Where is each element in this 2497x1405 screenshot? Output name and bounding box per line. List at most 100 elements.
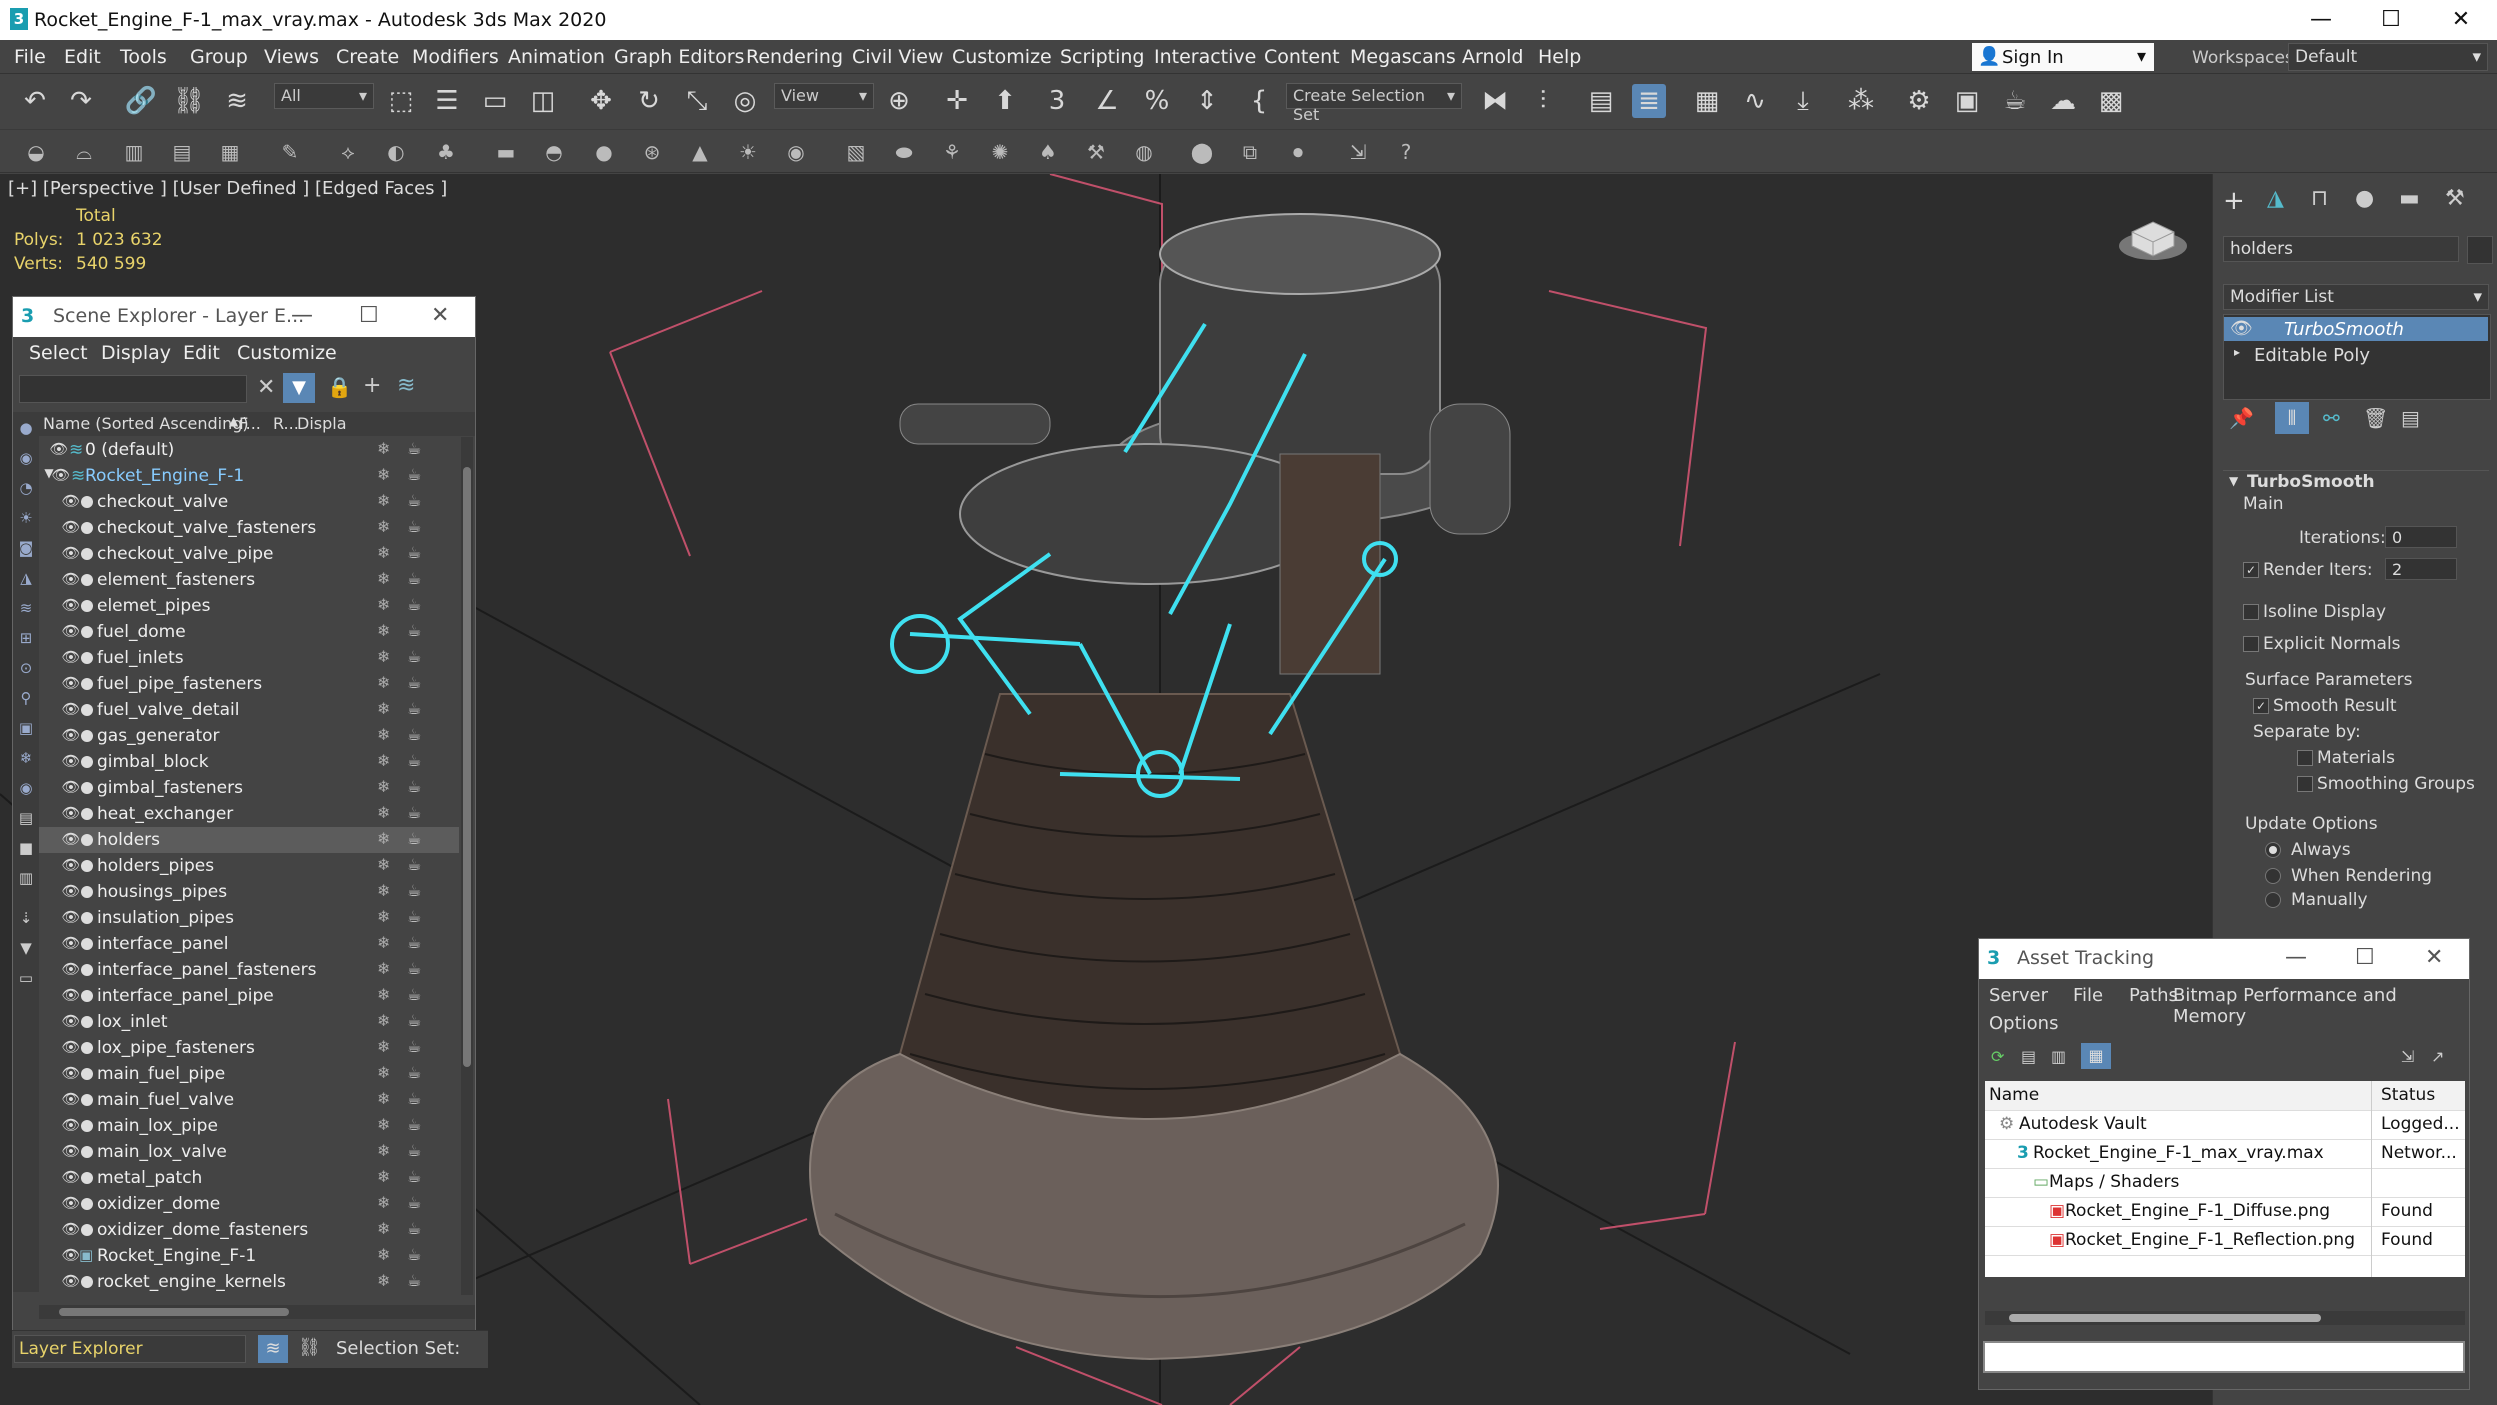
capsule-icon[interactable]: ⬬ — [890, 138, 918, 166]
visibility-icon[interactable]: 👁 — [61, 778, 81, 798]
at-menu-server[interactable]: Server — [1989, 985, 2048, 1006]
freeze-icon[interactable]: ❄ — [377, 1271, 390, 1290]
percent-snap-icon[interactable]: % — [1140, 84, 1174, 118]
help-icon[interactable]: ? — [1392, 138, 1420, 166]
smoothing-groups-checkbox[interactable] — [2297, 776, 2313, 792]
object-row[interactable]: 👁 checkout_valve ❄ ☕ — [39, 489, 459, 515]
layers-toggle-icon[interactable]: ≋ — [258, 1335, 288, 1363]
column-display[interactable]: Displa — [297, 414, 347, 433]
details-icon[interactable]: ▥ — [2051, 1047, 2066, 1066]
visibility-icon[interactable]: 👁 — [61, 1272, 81, 1292]
snaps-toggle-icon[interactable]: 3 — [1040, 84, 1074, 118]
display-lights-icon[interactable]: ☀ — [16, 508, 36, 528]
visibility-icon[interactable]: 👁 — [61, 1012, 81, 1032]
render-teapot-icon[interactable]: ☕ — [407, 751, 421, 770]
menu-arnold[interactable]: Arnold — [1462, 46, 1523, 68]
display-tab-icon[interactable]: ▬ — [2399, 186, 2420, 211]
visibility-icon[interactable]: 👁 — [51, 466, 71, 486]
asset-row[interactable]: ▣ Rocket_Engine_F-1_Reflection.png Found — [1985, 1226, 2465, 1256]
freeze-icon[interactable]: ❄ — [377, 569, 390, 588]
toggle-layer-explorer-icon[interactable]: ≣ — [1632, 84, 1666, 118]
configure-sets-icon[interactable]: ▤ — [2401, 406, 2420, 430]
visibility-icon[interactable]: 👁 — [61, 1142, 81, 1162]
schematic-view-icon[interactable]: ⤓ — [1786, 84, 1820, 118]
render-teapot-icon[interactable]: ☕ — [407, 959, 421, 978]
object-row[interactable]: 👁 heat_exchanger ❄ ☕ — [39, 801, 459, 827]
menu-interactive[interactable]: Interactive — [1154, 46, 1256, 68]
pin-stack-icon[interactable]: 📌 — [2229, 406, 2254, 430]
object-row[interactable]: 👁 gas_generator ❄ ☕ — [39, 723, 459, 749]
filter-toggle-icon[interactable]: ▼ — [16, 938, 36, 958]
column-render[interactable]: R... — [273, 414, 299, 433]
move-icon[interactable]: ✥ — [584, 84, 618, 118]
rotate-icon[interactable]: ↻ — [632, 84, 666, 118]
object-row[interactable]: 👁 fuel_inlets ❄ ☕ — [39, 645, 459, 671]
explorer-type-select[interactable]: Layer Explorer — [14, 1335, 246, 1363]
clear-icon[interactable]: ✕ — [257, 375, 275, 400]
object-row[interactable]: 👁 checkout_valve_fasteners ❄ ☕ — [39, 515, 459, 541]
close-button[interactable]: ✕ — [2426, 0, 2496, 40]
menu-scripting[interactable]: Scripting — [1060, 46, 1145, 68]
render-teapot-icon[interactable]: ☕ — [407, 1245, 421, 1264]
make-unique-icon[interactable]: ⚯ — [2323, 406, 2340, 430]
render-teapot-icon[interactable]: ☕ — [407, 673, 421, 692]
freeze-icon[interactable]: ❄ — [377, 1219, 390, 1238]
visibility-icon[interactable]: 👁 — [61, 752, 81, 772]
cloth-icon[interactable]: ⌓ — [70, 138, 98, 166]
materials-checkbox[interactable] — [2297, 750, 2313, 766]
select-object-icon[interactable]: ⬚ — [384, 84, 418, 118]
pivot-center-icon[interactable]: ⊕ — [882, 84, 916, 118]
freeze-icon[interactable]: ❄ — [377, 959, 390, 978]
render-teapot-icon[interactable]: ☕ — [407, 543, 421, 562]
render-teapot-icon[interactable]: ☕ — [407, 1037, 421, 1056]
column-divider[interactable] — [2371, 1081, 2372, 1277]
at-menu-paths[interactable]: Paths — [2129, 985, 2178, 1006]
visibility-icon[interactable]: 👁 — [61, 1246, 81, 1266]
render-teapot-icon[interactable]: ☕ — [407, 1089, 421, 1108]
table-view-icon[interactable]: ▦ — [2081, 1043, 2111, 1069]
vray-light-icon[interactable]: ⏺ — [1284, 138, 1312, 166]
display-influences-icon[interactable]: ■ — [16, 838, 36, 858]
se-hscroll-thumb[interactable] — [59, 1308, 289, 1316]
close-icon[interactable]: ✕ — [2425, 945, 2443, 970]
object-color-swatch[interactable] — [2467, 236, 2493, 264]
teapot-icon[interactable]: ⊛ — [638, 138, 666, 166]
menu-create[interactable]: Create — [336, 46, 399, 68]
freeze-icon[interactable]: ❄ — [377, 855, 390, 874]
object-row[interactable]: 👁 checkout_valve_pipe ❄ ☕ — [39, 541, 459, 567]
column-frozen[interactable]: F... — [239, 414, 261, 433]
display-children-icon[interactable]: ▤ — [16, 808, 36, 828]
object-row[interactable]: 👁 elemet_pipes ❄ ☕ — [39, 593, 459, 619]
render-teapot-icon[interactable]: ☕ — [407, 855, 421, 874]
object-row[interactable]: 👁 housings_pipes ❄ ☕ — [39, 879, 459, 905]
layer-manager-icon[interactable]: ▤ — [168, 138, 196, 166]
layer-row[interactable]: ▼ 👁 ≋ Rocket_Engine_F-1 ❄ ☕ — [39, 463, 459, 489]
named-selection-set-select[interactable]: Create Selection Set — [1286, 83, 1462, 124]
visibility-icon[interactable]: 👁 — [61, 700, 81, 720]
render-teapot-icon[interactable]: ☕ — [407, 1063, 421, 1082]
object-row[interactable]: 👁 main_lox_pipe ❄ ☕ — [39, 1113, 459, 1139]
object-row[interactable]: 👁 metal_patch ❄ ☕ — [39, 1165, 459, 1191]
render-teapot-icon[interactable]: ☕ — [407, 829, 421, 848]
menu-animation[interactable]: Animation — [508, 46, 605, 68]
freeze-icon[interactable]: ❄ — [377, 439, 390, 458]
angle-snap-icon[interactable]: ∠ — [1090, 84, 1124, 118]
menu-megascans[interactable]: Megascans — [1350, 46, 1456, 68]
se-menu-edit[interactable]: Edit — [183, 342, 220, 364]
render-teapot-icon[interactable]: ☕ — [407, 1271, 421, 1290]
help-icon[interactable]: ↗ — [2431, 1047, 2444, 1066]
visibility-icon[interactable]: 👁 — [61, 934, 81, 954]
freeze-icon[interactable]: ❄ — [377, 1167, 390, 1186]
grid-icon[interactable]: ▧ — [842, 138, 870, 166]
cone-icon[interactable]: ▲ — [686, 138, 714, 166]
object-row[interactable]: 👁 interface_panel ❄ ☕ — [39, 931, 459, 957]
visibility-icon[interactable]: 👁 — [61, 882, 81, 902]
maximize-button[interactable]: ☐ — [2356, 0, 2426, 40]
freeze-icon[interactable]: ❄ — [377, 1037, 390, 1056]
render-teapot-icon[interactable]: ☕ — [407, 465, 421, 484]
at-menu-file[interactable]: File — [2073, 985, 2103, 1006]
freeze-icon[interactable]: ❄ — [377, 1063, 390, 1082]
freeze-icon[interactable]: ❄ — [377, 465, 390, 484]
menu-tools[interactable]: Tools — [120, 46, 167, 68]
visibility-icon[interactable]: 👁 — [61, 1064, 81, 1084]
